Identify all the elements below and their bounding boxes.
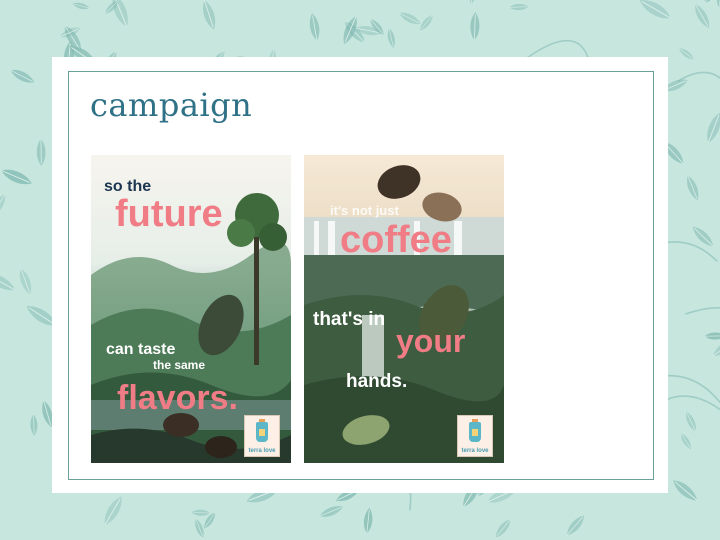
- slide-title: campaign: [90, 86, 253, 124]
- terra-love-logo: terra love: [457, 415, 493, 457]
- poster-tagline: flavors.: [117, 379, 238, 417]
- poster-tagline: hands.: [346, 371, 408, 392]
- poster-line-3: that's in: [313, 309, 386, 330]
- campaign-poster-future: so the future can taste the same flavors…: [91, 155, 291, 463]
- campaign-poster-coffee: it's not just coffee that's in your hand…: [304, 155, 504, 463]
- poster-line-3: can taste: [106, 341, 176, 358]
- poster-line-1: it's not just: [330, 203, 399, 218]
- poster-headline: coffee: [340, 219, 452, 261]
- poster-highlight: your: [396, 323, 466, 359]
- terra-love-logo: terra love: [244, 415, 280, 457]
- coffee-cup-icon: [256, 419, 268, 442]
- coffee-cup-icon: [469, 419, 481, 442]
- poster-headline: future: [115, 193, 223, 235]
- poster-line-4: the same: [153, 358, 206, 372]
